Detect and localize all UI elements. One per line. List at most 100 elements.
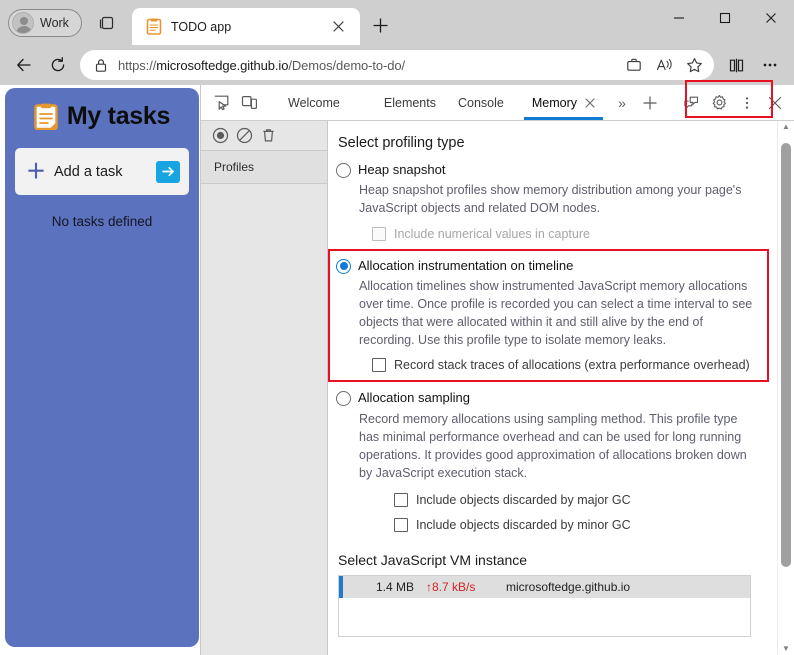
devtools-close-icon[interactable]: [761, 89, 789, 117]
option-row[interactable]: Allocation sampling: [336, 390, 763, 407]
feedback-icon[interactable]: [677, 89, 705, 117]
devtools-sidebar: Profiles: [201, 121, 328, 655]
vm-instance-title: Select JavaScript VM instance: [338, 552, 528, 568]
checkbox-include-numerical-values[interactable]: Include numerical values in capture: [372, 226, 763, 241]
scroll-up-arrow-icon[interactable]: ▲: [782, 123, 790, 131]
devtools-tab-label: Elements: [383, 95, 436, 110]
clear-icon[interactable]: [236, 127, 253, 144]
checkbox-label: Include objects discarded by major GC: [416, 493, 631, 507]
collections-icon[interactable]: [90, 8, 124, 38]
vm-host: microsoftedge.github.io: [506, 580, 631, 594]
browser-window: Work TODO app https://microsoftedge.gith…: [0, 0, 794, 655]
option-label: Allocation sampling: [358, 390, 471, 406]
option-label: Heap snapshot: [358, 162, 446, 177]
device-emulation-icon[interactable]: [235, 89, 263, 117]
checkbox-box[interactable]: [394, 518, 408, 532]
window-maximize-button[interactable]: [702, 0, 748, 36]
devtools-tab-elements[interactable]: Elements: [373, 85, 447, 120]
address-bar-url: https://microsoftedge.github.io/Demos/de…: [118, 57, 406, 73]
tab-title: TODO app: [170, 19, 232, 34]
memory-panel-scrollbar[interactable]: ▲ ▼: [777, 121, 794, 655]
address-bar[interactable]: https://microsoftedge.github.io/Demos/de…: [80, 50, 714, 80]
web-page-todo-app: My tasks ＋ Add a task No tasks defined: [0, 85, 200, 655]
devtools-tab-console[interactable]: Console: [447, 85, 515, 120]
settings-more-icon[interactable]: [754, 49, 786, 81]
delete-icon[interactable]: [260, 127, 277, 144]
radio-allocation-sampling[interactable]: [336, 391, 351, 407]
radio-heap-snapshot[interactable]: [336, 163, 351, 178]
vm-instance-row[interactable]: 1.4 MB ↑8.7 kB/s microsoftedge.github.io: [339, 576, 750, 598]
briefcase-icon[interactable]: [620, 51, 648, 79]
content-area: My tasks ＋ Add a task No tasks defined W…: [0, 80, 794, 655]
browser-tab[interactable]: TODO app: [131, 8, 360, 45]
add-panel-icon[interactable]: [636, 89, 664, 117]
arrow-right-icon[interactable]: [156, 160, 180, 183]
page-title: My tasks: [34, 102, 170, 131]
favorite-star-icon[interactable]: [680, 51, 708, 79]
add-task-label: Add a task: [54, 163, 123, 180]
vm-rate: ↑8.7 kB/s: [426, 580, 476, 594]
back-arrow-icon[interactable]: [8, 49, 40, 81]
option-row[interactable]: Heap snapshot: [336, 162, 763, 178]
profile-button[interactable]: Work: [8, 9, 82, 37]
browser-toolbar-actions: [720, 49, 786, 81]
record-icon[interactable]: [212, 127, 229, 144]
checkbox-include-minor-gc[interactable]: Include objects discarded by minor GC: [394, 518, 763, 532]
window-minimize-button[interactable]: [656, 0, 702, 36]
option-description: Record memory allocations using sampling…: [359, 411, 747, 480]
devtools-tab-welcome[interactable]: Welcome: [277, 85, 351, 120]
scroll-down-arrow-icon[interactable]: ▼: [782, 645, 790, 653]
read-aloud-icon[interactable]: [650, 51, 678, 79]
radio-allocation-instrumentation[interactable]: [336, 258, 351, 274]
checkbox-label: Include numerical values in capture: [394, 226, 590, 241]
scrollbar-track[interactable]: [778, 131, 794, 645]
window-close-button[interactable]: [748, 0, 794, 36]
account-avatar-icon: [12, 12, 34, 34]
devtools-panel: Welcome Elements Console Memory » Profil…: [200, 80, 794, 655]
more-tabs-icon[interactable]: »: [608, 89, 636, 117]
reload-icon[interactable]: [42, 49, 74, 81]
profiling-option-allocation-sampling[interactable]: Allocation sampling Record memory alloca…: [336, 390, 763, 532]
checkbox-label: Record stack traces of allocations (extr…: [394, 358, 750, 373]
option-description: Allocation timelines show instrumented J…: [359, 278, 753, 348]
memory-panel-main: Select profiling type Heap snapshot Heap…: [328, 121, 794, 655]
devtools-tab-label: Welcome: [288, 95, 340, 110]
split-screen-icon[interactable]: [720, 49, 752, 81]
add-task-input[interactable]: ＋ Add a task: [15, 148, 189, 195]
address-toolbar: https://microsoftedge.github.io/Demos/de…: [0, 45, 794, 85]
tab-close-icon[interactable]: [328, 16, 350, 38]
scrollbar-thumb[interactable]: [781, 143, 791, 567]
checkbox-box[interactable]: [372, 226, 386, 241]
checkbox-box[interactable]: [394, 493, 408, 507]
window-controls: [656, 0, 794, 36]
plus-icon: ＋: [26, 160, 46, 183]
todo-card: My tasks ＋ Add a task No tasks defined: [5, 88, 199, 647]
checkbox-include-major-gc[interactable]: Include objects discarded by major GC: [394, 493, 763, 507]
clipboard-icon: [34, 103, 58, 130]
devtools-body: Profiles Select profiling type Heap snap…: [201, 121, 794, 655]
more-vertical-icon[interactable]: [733, 89, 761, 117]
profile-label: Work: [40, 16, 69, 30]
empty-state-text: No tasks defined: [51, 214, 153, 229]
gear-icon[interactable]: [705, 89, 733, 117]
profiling-option-heap-snapshot[interactable]: Heap snapshot Heap snapshot profiles sho…: [336, 162, 763, 241]
vm-instance-list[interactable]: 1.4 MB ↑8.7 kB/s microsoftedge.github.io: [338, 575, 751, 637]
devtools-tab-bar: Welcome Elements Console Memory »: [201, 80, 794, 121]
close-icon[interactable]: [585, 97, 595, 108]
inspect-element-icon[interactable]: [207, 89, 235, 117]
vm-instance-section: Select JavaScript VM instance 1.4 MB ↑8.…: [336, 552, 763, 637]
profiles-header: Profiles: [201, 151, 327, 184]
option-row[interactable]: Allocation instrumentation on timeline: [336, 258, 763, 274]
vm-size: 1.4 MB: [375, 580, 414, 594]
devtools-tab-label: Console: [457, 95, 504, 110]
devtools-tab-label: Memory: [531, 95, 578, 110]
new-tab-button[interactable]: [366, 10, 396, 40]
profiling-option-allocation-instrumentation[interactable]: Allocation instrumentation on timeline A…: [336, 258, 763, 373]
page-title-text: My tasks: [66, 102, 171, 130]
devtools-tab-memory[interactable]: Memory: [521, 85, 606, 120]
checkbox-box[interactable]: [372, 358, 386, 373]
clipboard-favicon: [146, 18, 162, 35]
checkbox-record-stack-traces[interactable]: Record stack traces of allocations (extr…: [372, 358, 763, 373]
tab-strip: Work TODO app: [0, 0, 794, 45]
profiles-toolbar: [201, 121, 327, 151]
